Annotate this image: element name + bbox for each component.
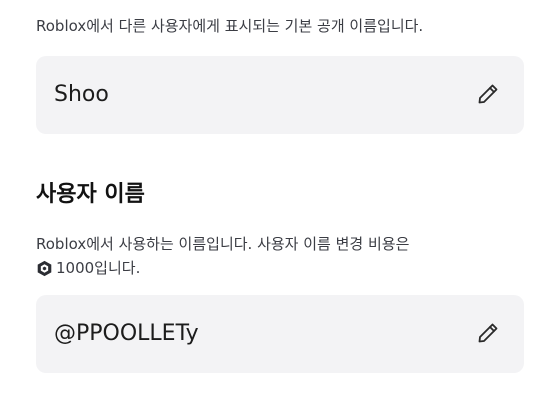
username-description: Roblox에서 사용하는 이름입니다. 사용자 이름 변경 비용은 1000입… bbox=[36, 232, 409, 280]
username-value: @PPOOLLETy bbox=[54, 321, 199, 346]
edit-display-name-button[interactable] bbox=[474, 80, 502, 108]
display-name-value: Shoo bbox=[54, 82, 109, 107]
edit-username-button[interactable] bbox=[474, 319, 502, 347]
username-section-title: 사용자 이름 bbox=[36, 182, 145, 207]
username-field: @PPOOLLETy bbox=[36, 295, 524, 373]
pencil-icon bbox=[478, 84, 498, 104]
username-description-line: Roblox에서 사용하는 이름입니다. 사용자 이름 변경 비용은 bbox=[36, 235, 410, 253]
username-cost-text: 1000입니다. bbox=[56, 259, 141, 277]
pencil-icon bbox=[478, 323, 498, 343]
account-name-settings: Roblox에서 다른 사용자에게 표시되는 기본 공개 이름입니다. Shoo… bbox=[0, 0, 560, 405]
robux-icon bbox=[37, 260, 52, 276]
display-name-field: Shoo bbox=[36, 56, 524, 134]
display-name-description: Roblox에서 다른 사용자에게 표시되는 기본 공개 이름입니다. bbox=[36, 17, 424, 35]
username-change-cost: 1000입니다. bbox=[36, 256, 409, 280]
